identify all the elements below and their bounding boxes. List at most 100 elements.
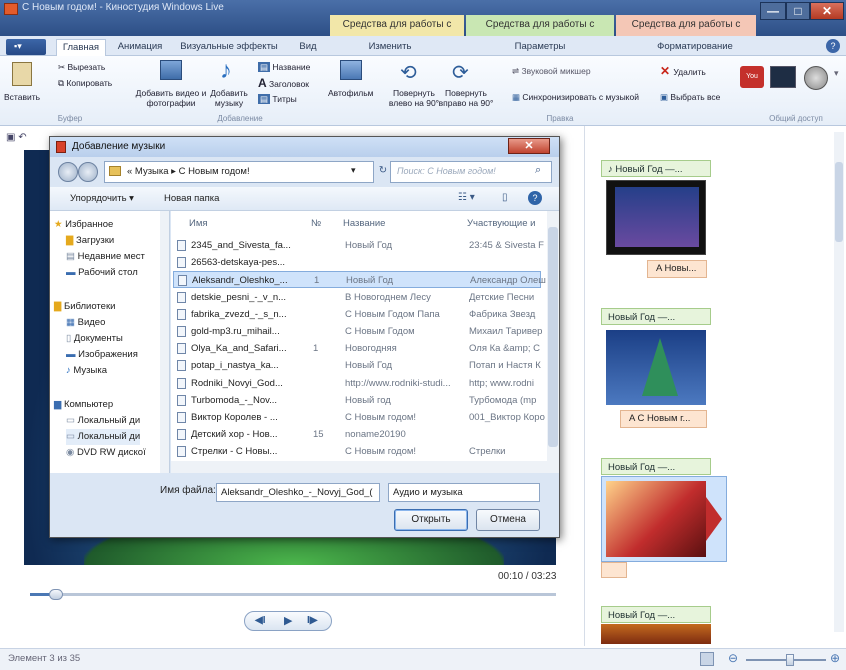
nav-recent[interactable]: ▤ Недавние мест [66, 249, 145, 265]
tab-visual-effects[interactable]: Визуальные эффекты [174, 39, 284, 56]
caption-clip-1[interactable]: A Новы... [647, 260, 707, 278]
youtube-icon[interactable]: You [740, 66, 764, 88]
nav-video[interactable]: ▦ Видео [66, 315, 105, 331]
filename-input[interactable]: Aleksandr_Oleshko_-_Novyj_God_( [216, 483, 380, 502]
next-frame-button[interactable]: I▶ [307, 615, 317, 626]
app-icon[interactable] [4, 3, 18, 15]
address-dropdown-icon[interactable]: ▾ [351, 165, 356, 176]
monitor-icon[interactable] [770, 66, 796, 88]
play-button[interactable]: ▶ [284, 614, 292, 627]
clip-thumbnail-2[interactable] [606, 330, 706, 405]
dialog-close-button[interactable]: ✕ [508, 138, 550, 154]
maximize-button[interactable]: □ [786, 2, 810, 20]
music-clip-4[interactable]: Новый Год —... [601, 606, 711, 623]
search-input[interactable]: Поиск: С Новым годом! [397, 166, 496, 176]
quick-access-icon[interactable]: ▣ ↶ [6, 132, 27, 143]
context-tab-video[interactable]: Средства для работы с видео [330, 15, 464, 50]
open-button[interactable]: Открыть [394, 509, 468, 531]
scrollbar-thumb[interactable] [835, 162, 843, 242]
add-video-button[interactable]: Добавить видео и фотографии [134, 60, 206, 114]
tab-options[interactable]: Параметры [500, 39, 580, 56]
clip-thumbnail-4[interactable] [601, 624, 711, 644]
seek-bar[interactable] [30, 589, 556, 600]
paste-button[interactable]: Вставить [4, 60, 44, 110]
column-artists[interactable]: Участвующие и [467, 213, 535, 235]
file-row[interactable]: gold-mp3.ru_mihail... С Новым Годом Михаил… [173, 323, 542, 340]
file-scroll-thumb[interactable] [548, 227, 558, 447]
nav-favorites[interactable]: ★ Избранное [54, 217, 113, 233]
nav-images[interactable]: ▬ Изображения [66, 347, 138, 363]
help-icon[interactable]: ? [826, 39, 840, 53]
music-clip-1[interactable]: ♪ Новый Год —... [601, 160, 711, 177]
scroll-arrow-icon[interactable]: ▾ [834, 68, 839, 79]
filetype-select[interactable]: Аудио и музыка [388, 483, 540, 502]
view-options-icon[interactable]: ☷ ▾ [458, 192, 475, 203]
context-tab-text[interactable]: Средства для работы с текстом [616, 15, 756, 50]
column-name[interactable]: Имя [189, 213, 208, 235]
forward-button[interactable] [78, 162, 98, 182]
file-row[interactable]: Aleksandr_Oleshko_... 1 Новый Год Александр… [173, 271, 546, 289]
prev-frame-button[interactable]: ◀I [255, 615, 265, 626]
nav-libraries[interactable]: ▇ Библиотеки [54, 299, 115, 315]
file-list[interactable]: Имя № Название Участвующие и 2345_and_Si… [171, 211, 559, 473]
selected-clip[interactable] [601, 476, 727, 562]
minimize-button[interactable]: — [760, 2, 786, 20]
zoom-in-icon[interactable]: ⊕ [830, 651, 840, 665]
caption-clip-2[interactable]: A С Новым г... [620, 410, 707, 428]
cancel-button[interactable]: Отмена [476, 509, 540, 531]
file-row[interactable]: detskie_pesni_-_v_n... В Новогоднем Лесу Д… [173, 289, 541, 306]
nav-downloads[interactable]: ▇ Загрузки [66, 233, 114, 249]
tab-edit[interactable]: Изменить [350, 39, 430, 56]
automovie-button[interactable]: Автофильм [328, 60, 374, 114]
music-clip-3[interactable]: Новый Год —... [601, 458, 711, 475]
zoom-thumb[interactable] [786, 654, 794, 666]
file-row[interactable]: Rodniki_Novyi_God... http://www.rodniki-s… [173, 375, 541, 392]
column-title[interactable]: Название [343, 213, 385, 235]
new-folder-button[interactable]: Новая папка [164, 193, 219, 204]
zoom-out-icon[interactable]: ⊖ [728, 651, 738, 665]
clip-thumbnail-1[interactable] [606, 180, 706, 255]
context-tab-music[interactable]: Средства для работы с музыкой [466, 15, 614, 50]
sync-music-button[interactable]: ▦ Синхронизировать с музыкой [512, 92, 639, 102]
file-row[interactable]: Виктор Королев - ... С Новым годом! 001_Ви… [173, 409, 545, 426]
address-bar[interactable]: « Музыка ▸ С Новым годом! ▾ [104, 161, 374, 183]
nav-local-disk-2[interactable]: ▭ Локальный ди [66, 429, 141, 445]
column-number[interactable]: № [311, 213, 321, 235]
file-list-scrollbar[interactable] [547, 211, 559, 473]
preview-pane-icon[interactable]: ▯ [502, 192, 508, 203]
cut-button[interactable]: ✂ Вырезать [58, 62, 105, 72]
add-music-button[interactable]: ♪ Добавить музыку [206, 59, 252, 114]
seek-thumb[interactable] [49, 589, 64, 600]
rotate-left-button[interactable]: ⟲ Повернуть влево на 90° [388, 60, 439, 114]
nav-documents[interactable]: ▯ Документы [66, 331, 123, 347]
file-row[interactable]: Стрелки - С Новы... С Новым годом! Стрелки [173, 443, 541, 460]
file-row[interactable]: Turbomoda_-_Nov... Новый год Турбомода (mp [173, 392, 541, 409]
file-row[interactable]: 26563-detskaya-pes... [173, 254, 541, 271]
nav-scrollbar[interactable] [160, 211, 169, 473]
dialog-help-icon[interactable]: ? [528, 191, 542, 205]
zoom-slider[interactable] [746, 654, 826, 666]
thumbnail-size-icon[interactable] [700, 652, 714, 666]
remove-button[interactable]: ✕ Удалить [660, 65, 706, 77]
select-all-button[interactable]: ▣ Выбрать все [660, 92, 720, 102]
nav-computer[interactable]: ▆ Компьютер [54, 397, 113, 413]
file-row[interactable]: Olya_Ka_and_Safari... 1 Новогодняя Оля Ка &… [173, 340, 541, 357]
file-row[interactable]: Детский хор - Нов... 15 noname20190 [173, 426, 541, 443]
file-row[interactable]: fabrika_zvezd_-_s_n... С Новым Годом Папа… [173, 306, 541, 323]
file-row[interactable]: 2345_and_Sivesta_fa... Новый Год 23:45 & S… [173, 237, 544, 254]
nav-music[interactable]: ♪ Музыка [66, 363, 107, 379]
tab-view[interactable]: Вид [290, 39, 326, 56]
tab-animation[interactable]: Анимация [112, 39, 168, 56]
tab-home[interactable]: Главная [56, 39, 106, 56]
caption-button[interactable]: A Заголовок [258, 77, 309, 89]
file-menu-button[interactable]: ▪▾ [6, 39, 46, 55]
back-button[interactable] [58, 162, 78, 182]
nav-desktop[interactable]: ▬ Рабочий стол [66, 265, 138, 281]
storyboard-scrollbar[interactable] [834, 132, 844, 632]
sound-mixer-button[interactable]: ⇌ Звуковой микшер [512, 66, 591, 76]
credits-button[interactable]: ▤ Титры [258, 94, 297, 104]
copy-button[interactable]: ⧉ Копировать [58, 78, 112, 88]
file-list-hscrollbar[interactable] [171, 461, 547, 473]
search-box[interactable]: Поиск: С Новым годом! ⌕ [390, 161, 552, 183]
close-button[interactable]: ✕ [810, 2, 844, 20]
